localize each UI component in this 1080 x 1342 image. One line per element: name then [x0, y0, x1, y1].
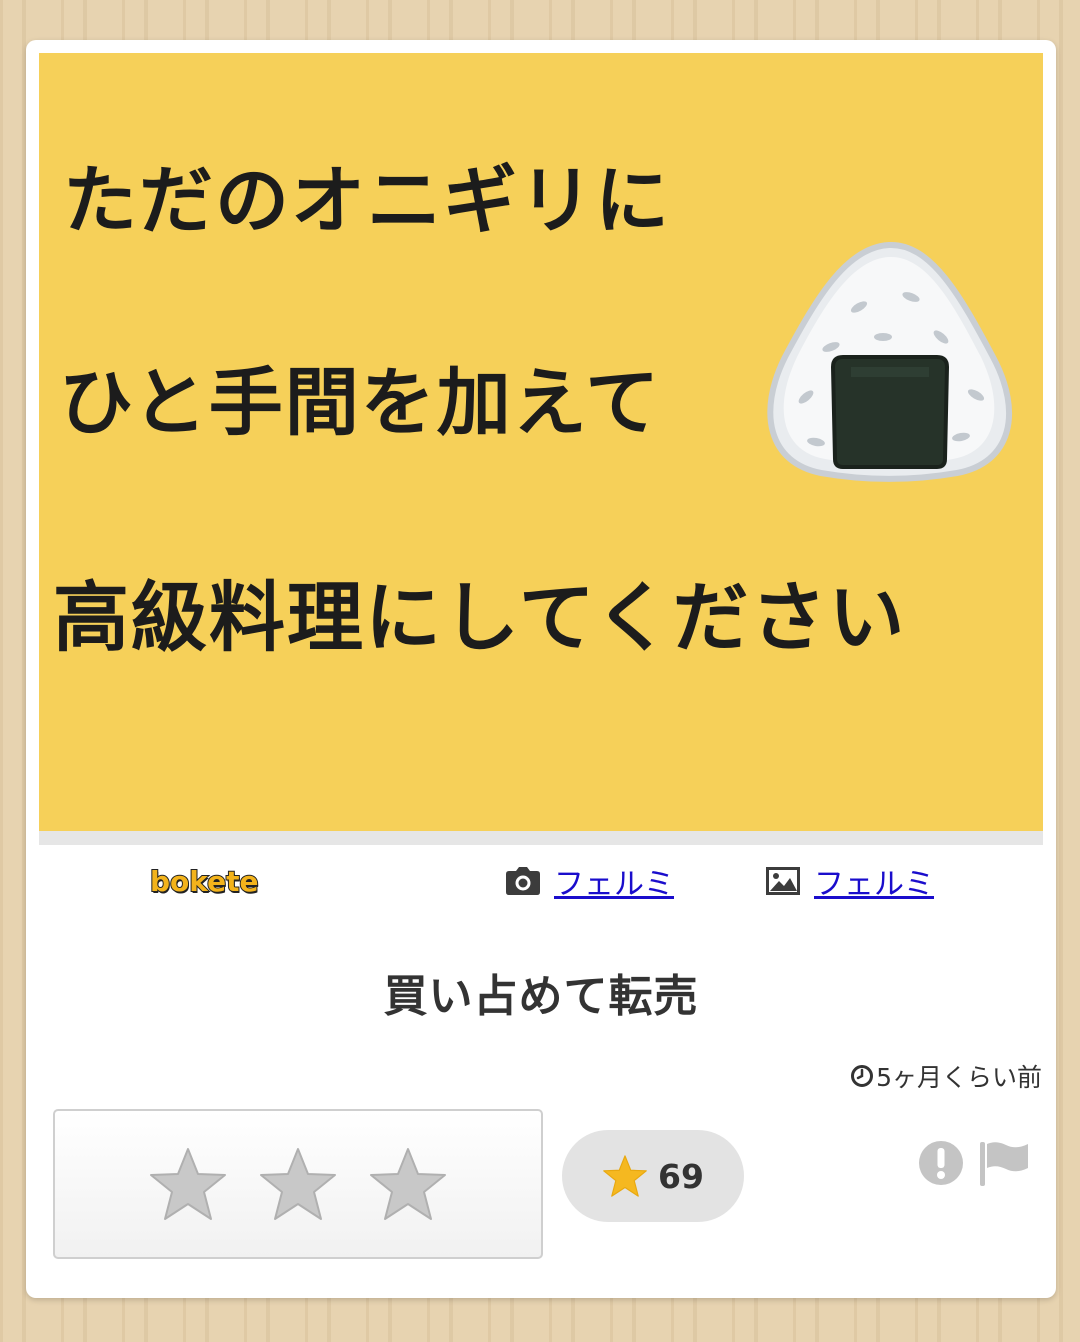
- image-credit: フェルミ: [766, 863, 934, 902]
- clock-icon: [851, 1065, 874, 1087]
- image-icon: [766, 867, 800, 895]
- post-image[interactable]: ただのオニギリに ひと手間を加えて 高級料理にしてください: [39, 53, 1043, 831]
- image-text-line-2: ひと手間を加えて: [59, 360, 662, 446]
- post-caption: 買い占めて転売: [383, 971, 699, 1022]
- post-timestamp: 5ヶ月くらい前: [850, 1058, 1042, 1094]
- star-icon: [603, 1155, 647, 1197]
- score-value: 69: [658, 1156, 704, 1196]
- photo-credit-link[interactable]: フェルミ: [554, 859, 674, 903]
- timestamp-text: 5ヶ月くらい前: [876, 1063, 1042, 1092]
- flag-icon[interactable]: [978, 1140, 1030, 1188]
- camera-icon: [506, 867, 540, 895]
- image-credit-link[interactable]: フェルミ: [814, 859, 934, 903]
- onigiri-icon: [767, 241, 1013, 482]
- photo-credit: フェルミ: [506, 863, 674, 902]
- post-card: ただのオニギリに ひと手間を加えて 高級料理にしてください bokete フェル…: [26, 40, 1056, 1298]
- star-1-button[interactable]: [148, 1144, 228, 1224]
- image-text-line-1: ただのオニギリに: [63, 158, 671, 244]
- star-3-button[interactable]: [368, 1144, 448, 1224]
- image-text-line-3: 高級料理にしてください: [53, 573, 907, 662]
- star-2-button[interactable]: [258, 1144, 338, 1224]
- meta-row: bokete フェルミ フェルミ: [26, 845, 1056, 915]
- image-bottom-bar: [39, 831, 1043, 845]
- exclamation-icon[interactable]: [918, 1140, 964, 1186]
- score-badge: 69: [562, 1130, 744, 1222]
- bokete-logo[interactable]: bokete: [149, 864, 260, 899]
- star-rating-box: [53, 1109, 543, 1259]
